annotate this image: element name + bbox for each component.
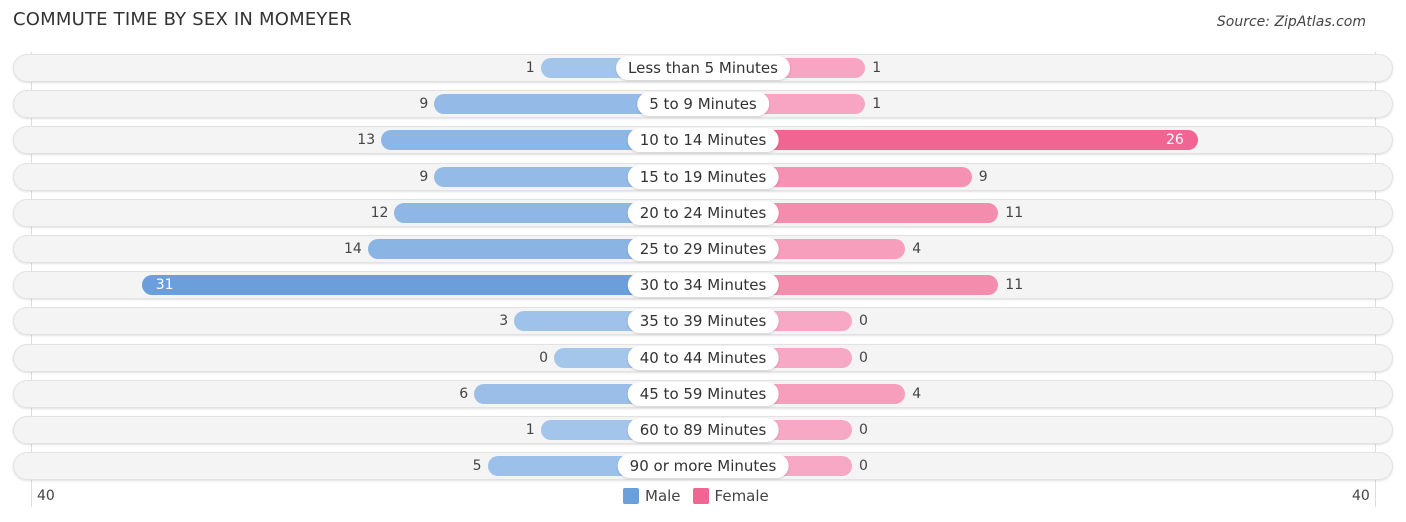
value-label-male: 0 <box>539 349 548 366</box>
axis-label-right: 40 <box>1352 488 1370 504</box>
value-label-female: 0 <box>859 313 868 330</box>
category-label: 90 or more Minutes <box>617 454 789 479</box>
value-label-male: 5 <box>472 458 482 475</box>
category-label: 45 to 59 Minutes <box>627 381 779 406</box>
category-label: 10 to 14 Minutes <box>627 128 779 153</box>
legend: Male Female <box>623 487 769 505</box>
value-label-female: 1 <box>872 96 882 113</box>
chart-root: COMMUTE TIME BY SEX IN MOMEYER Source: Z… <box>0 0 1406 522</box>
chart-title: COMMUTE TIME BY SEX IN MOMEYER <box>13 9 352 30</box>
category-label: 40 to 44 Minutes <box>627 345 779 370</box>
value-label-female: 1 <box>872 60 882 76</box>
value-label-male: 12 <box>370 204 389 221</box>
source-label: Source: ZipAtlas.com <box>1216 14 1366 30</box>
category-label: 30 to 34 Minutes <box>627 273 779 298</box>
value-label-female: 26 <box>1165 132 1184 149</box>
value-label-female: 11 <box>1005 204 1024 221</box>
legend-label-male: Male <box>645 487 681 505</box>
value-label-male: 1 <box>525 422 535 438</box>
value-label-male: 9 <box>419 168 429 185</box>
value-label-male: 1 <box>525 60 535 76</box>
category-label: 60 to 89 Minutes <box>627 418 779 442</box>
category-label: 35 to 39 Minutes <box>627 309 779 334</box>
value-label-female: 0 <box>859 422 868 438</box>
category-label: 5 to 9 Minutes <box>637 92 769 117</box>
category-label: Less than 5 Minutes <box>616 56 790 80</box>
value-label-male: 9 <box>419 96 429 113</box>
value-label-male: 13 <box>357 132 376 149</box>
legend-swatch-female <box>692 488 709 504</box>
value-label-female: 11 <box>1005 277 1024 294</box>
value-label-female: 4 <box>912 385 922 402</box>
legend-label-female: Female <box>714 487 769 505</box>
axis-label-left: 40 <box>37 488 55 504</box>
value-label-male: 3 <box>499 313 509 330</box>
value-label-male: 14 <box>343 241 362 257</box>
value-label-male: 6 <box>459 385 469 402</box>
value-label-male: 31 <box>155 277 174 294</box>
legend-swatch-male <box>623 488 639 504</box>
category-label: 20 to 24 Minutes <box>627 200 779 225</box>
category-label: 15 to 19 Minutes <box>627 164 779 189</box>
value-label-female: 4 <box>912 241 922 257</box>
value-label-female: 0 <box>859 458 868 475</box>
category-label: 25 to 29 Minutes <box>627 237 779 261</box>
bar-male <box>141 275 703 296</box>
value-label-female: 9 <box>978 168 988 185</box>
value-label-female: 0 <box>859 349 868 366</box>
